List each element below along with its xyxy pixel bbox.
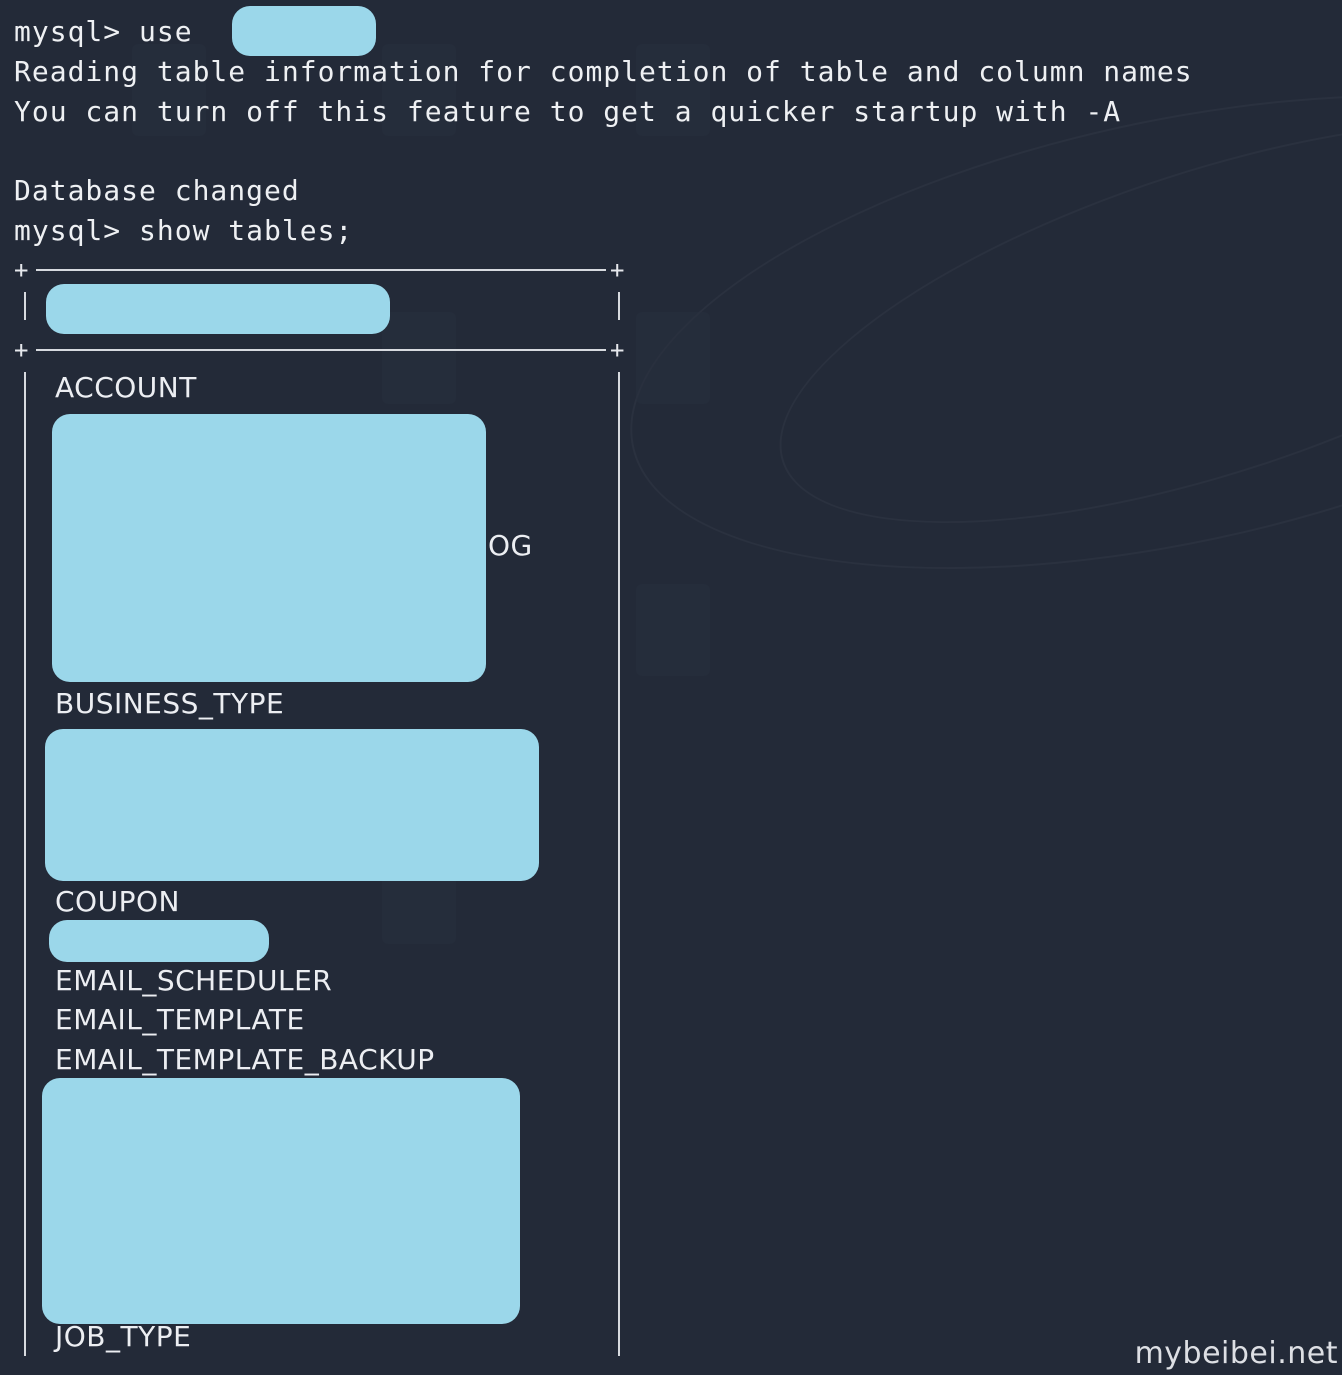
terminal-line: mysql> show tables; <box>14 214 354 247</box>
table-corner: + <box>610 336 625 364</box>
table-row: BUSINESS_TYPE <box>55 687 285 720</box>
table-row: EMAIL_TEMPLATE <box>55 1003 305 1036</box>
table-border-left <box>24 372 26 1356</box>
table-row: OG <box>488 529 533 562</box>
watermark-text: mybeibei.net <box>1134 1336 1338 1371</box>
redacted-rows <box>45 729 539 881</box>
terminal-line: Reading table information for completion… <box>14 55 1193 88</box>
terminal-line: Database changed <box>14 174 300 207</box>
table-row: ACCOUNT <box>55 371 197 404</box>
table-border-right <box>618 372 620 1356</box>
terminal-window: mysql> use Reading table information for… <box>14 6 1334 1368</box>
table-row: JOB_TYPE <box>55 1320 192 1353</box>
table-border-right <box>618 292 620 320</box>
table-corner: + <box>14 256 29 284</box>
terminal-line: mysql> use <box>14 15 211 48</box>
table-corner: + <box>14 336 29 364</box>
table-border-top <box>36 269 606 271</box>
redacted-row <box>49 920 269 962</box>
table-row: EMAIL_SCHEDULER <box>55 964 333 997</box>
table-border-left <box>24 292 26 320</box>
table-border-separator <box>36 349 606 351</box>
redacted-database-name <box>232 6 376 56</box>
redacted-header <box>46 284 390 334</box>
table-corner: + <box>610 256 625 284</box>
table-row: COUPON <box>55 885 180 918</box>
table-row: EMAIL_TEMPLATE_BACKUP <box>55 1043 435 1076</box>
redacted-rows <box>42 1078 520 1324</box>
redacted-rows <box>52 414 486 682</box>
terminal-line: You can turn off this feature to get a q… <box>14 95 1122 128</box>
